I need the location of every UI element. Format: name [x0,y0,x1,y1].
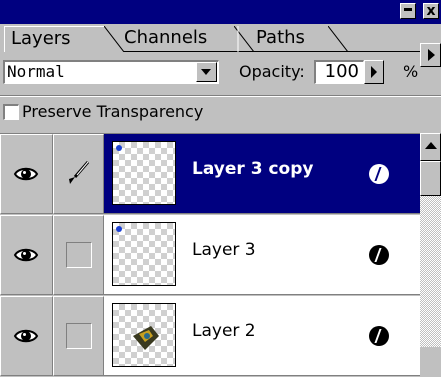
layer-name-cell[interactable]: Layer 2 [104,296,420,376]
blend-mode-select[interactable]: Normal [3,60,219,84]
percent-sign: % [403,62,419,81]
scroll-up-button[interactable] [420,133,441,161]
close-icon: x [426,3,436,19]
opacity-slider-button[interactable] [364,60,384,84]
eye-icon [13,167,39,181]
layer-thumbnail-dot [116,226,122,232]
close-button[interactable]: x [423,3,439,19]
visibility-cell[interactable] [0,134,53,214]
paint-empty-box [66,242,92,268]
tab-layers[interactable]: Layers [4,26,104,52]
layers-list: Layer 3 copy Layer 3 Layer 2 [0,133,420,376]
paint-cell[interactable] [53,296,104,376]
layer-row[interactable]: Layer 2 [0,296,420,377]
layer-row[interactable]: Layer 3 [0,215,420,296]
eye-icon [13,248,39,262]
paint-empty-box [66,323,92,349]
palette-title-bar[interactable] [0,0,441,24]
blend-mode-value: Normal [7,62,65,81]
minimize-button[interactable] [400,3,416,19]
layer-name: Layer 3 [192,240,256,260]
layer-thumbnail [112,222,176,286]
layer-thumbnail [112,141,176,205]
paintbrush-icon [69,161,90,184]
opacity-label: Opacity: [239,62,305,81]
tab-channels[interactable]: Channels [118,26,234,52]
tab-paths-label: Paths [256,27,305,48]
layer-name-cell[interactable]: Layer 3 [104,215,420,295]
opacity-input[interactable]: 100 [314,60,364,84]
layer-name: Layer 3 copy [192,159,314,179]
blend-mode-dropdown-button[interactable] [196,62,217,82]
tab-baseline [104,51,441,52]
preserve-transparency-checkbox[interactable] [3,104,19,120]
tab-paths[interactable]: Paths [250,26,330,52]
layer-name: Layer 2 [192,321,256,341]
tab-divider [328,26,348,52]
tab-channels-label: Channels [124,27,208,48]
tab-divider [104,26,124,52]
layer-thumbnail-art [133,326,159,350]
layer-row[interactable]: Layer 3 copy [0,134,420,215]
layer-effects-icon[interactable] [369,164,389,184]
paint-cell[interactable] [53,134,104,214]
layer-thumbnail-dot [116,145,122,151]
preserve-transparency-label: Preserve Transparency [22,102,204,121]
visibility-cell[interactable] [0,215,53,295]
divider [0,95,441,97]
layer-effects-icon[interactable] [369,245,389,265]
paint-cell[interactable] [53,215,104,295]
tab-divider [234,26,254,52]
layer-name-cell[interactable]: Layer 3 copy [104,134,420,214]
visibility-cell[interactable] [0,296,53,376]
layer-effects-icon[interactable] [369,326,389,346]
layer-thumbnail [112,303,176,367]
scroll-thumb[interactable] [420,161,441,196]
tab-layers-label: Layers [11,28,71,49]
eye-icon [13,329,39,343]
tab-scroll-right-button[interactable] [420,43,441,67]
